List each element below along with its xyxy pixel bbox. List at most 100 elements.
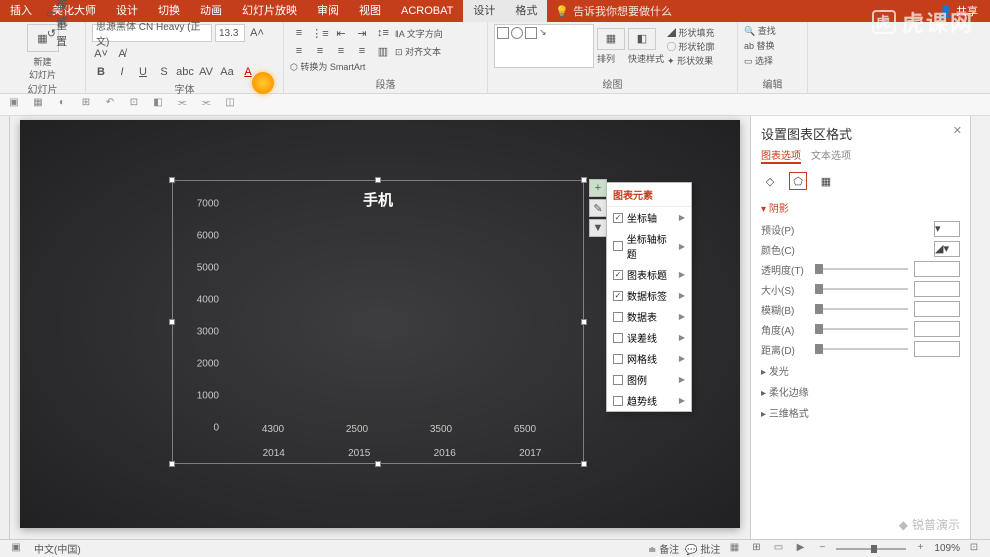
transparency-slider[interactable] — [815, 268, 908, 270]
resize-handle[interactable] — [169, 461, 175, 467]
angle-input[interactable] — [914, 321, 960, 337]
ribbon-tab[interactable]: ACROBAT — [391, 0, 463, 22]
strike-icon[interactable]: S — [155, 63, 173, 81]
fill-line-icon[interactable]: ◇ — [761, 172, 779, 190]
slide-canvas-area[interactable]: 手机 01000200030004000500060007000 4300250… — [10, 116, 750, 539]
checkbox-icon[interactable] — [613, 333, 623, 343]
flyout-item[interactable]: ✓图表标题▶ — [607, 264, 691, 285]
slide-thumbnail-panel[interactable] — [0, 116, 10, 539]
close-icon[interactable]: ✕ — [953, 124, 962, 137]
chart-elements-button[interactable]: + — [589, 179, 607, 197]
flyout-item[interactable]: ✓数据标签▶ — [607, 285, 691, 306]
resize-handle[interactable] — [581, 319, 587, 325]
resize-handle[interactable] — [169, 177, 175, 183]
line-spacing-icon[interactable]: ↕≡ — [374, 24, 392, 42]
ribbon-tab-context[interactable]: 格式 — [505, 0, 547, 22]
preset-picker[interactable]: ▾ — [934, 221, 960, 237]
chart-selection[interactable]: 手机 01000200030004000500060007000 4300250… — [172, 180, 584, 464]
reading-view-icon[interactable]: ▭ — [770, 542, 786, 556]
qat-icon[interactable]: ◐ — [54, 97, 70, 113]
arrange-button[interactable]: ▦ — [597, 28, 625, 50]
checkbox-icon[interactable] — [613, 241, 623, 251]
underline-icon[interactable]: U — [134, 63, 152, 81]
text-direction-button[interactable]: ‖A 文字方向 — [395, 27, 443, 40]
shape-effects-button[interactable]: ✦ 形状效果 — [667, 54, 715, 67]
qat-icon[interactable]: ⫘ — [174, 97, 190, 113]
qat-icon[interactable]: ⊡ — [126, 97, 142, 113]
numbering-icon[interactable]: ⋮≡ — [311, 24, 329, 42]
align-left-icon[interactable]: ≡ — [290, 42, 308, 60]
qat-icon[interactable]: ◧ — [150, 97, 166, 113]
flyout-item[interactable]: 坐标轴标题▶ — [607, 228, 691, 264]
find-button[interactable]: 🔍 查找 — [744, 24, 776, 37]
zoom-in-icon[interactable]: + — [912, 542, 928, 556]
flyout-item[interactable]: 数据表▶ — [607, 306, 691, 327]
bullets-icon[interactable]: ≡ — [290, 24, 308, 42]
increase-font-icon[interactable]: A˄ — [248, 24, 266, 42]
ribbon-tab[interactable]: 审阅 — [307, 0, 349, 22]
normal-view-icon[interactable]: ▦ — [726, 542, 742, 556]
resize-handle[interactable] — [375, 461, 381, 467]
resize-handle[interactable] — [375, 177, 381, 183]
blur-slider[interactable] — [815, 308, 908, 310]
qat-icon[interactable]: ↶ — [102, 97, 118, 113]
ribbon-tab[interactable]: 视图 — [349, 0, 391, 22]
effects-icon[interactable]: ⬠ — [789, 172, 807, 190]
transparency-input[interactable] — [914, 261, 960, 277]
tab-text-options[interactable]: 文本选项 — [811, 147, 851, 164]
reset-button[interactable]: ↺ 重置 — [48, 24, 66, 42]
blur-input[interactable] — [914, 301, 960, 317]
distance-slider[interactable] — [815, 348, 908, 350]
justify-icon[interactable]: ≡ — [353, 42, 371, 60]
color-picker[interactable]: ◢▾ — [934, 241, 960, 257]
shape-fill-button[interactable]: ◢ 形状填充 — [667, 26, 715, 39]
shadow-icon[interactable]: abc — [176, 63, 194, 81]
qat-icon[interactable]: ◫ — [222, 97, 238, 113]
flyout-item[interactable]: 图例▶ — [607, 369, 691, 390]
checkbox-icon[interactable]: ✓ — [613, 270, 623, 280]
size-props-icon[interactable]: ▦ — [817, 172, 835, 190]
clear-format-icon[interactable]: A̸ — [113, 45, 131, 63]
size-input[interactable] — [914, 281, 960, 297]
align-text-button[interactable]: ⊡ 对齐文本 — [395, 45, 441, 58]
quick-styles-button[interactable]: ◧ — [628, 28, 656, 50]
bold-icon[interactable]: B — [92, 63, 110, 81]
ribbon-tab[interactable]: 幻灯片放映 — [232, 0, 307, 22]
section-shadow[interactable]: ▾ 阴影 — [761, 200, 960, 215]
chart-plot-area[interactable]: 01000200030004000500060007000 4300250035… — [191, 215, 573, 439]
spacing-icon[interactable]: AV — [197, 63, 215, 81]
resize-handle[interactable] — [581, 461, 587, 467]
notes-button[interactable]: ≐ 备注 — [648, 541, 679, 556]
qat-icon[interactable]: ⫘ — [198, 97, 214, 113]
checkbox-icon[interactable]: ✓ — [613, 213, 623, 223]
slide[interactable]: 手机 01000200030004000500060007000 4300250… — [20, 120, 740, 528]
resize-handle[interactable] — [169, 319, 175, 325]
qat-icon[interactable]: ▦ — [30, 97, 46, 113]
checkbox-icon[interactable]: ✓ — [613, 291, 623, 301]
language-label[interactable]: 中文(中国) — [34, 541, 81, 556]
fit-view-icon[interactable]: ⊡ — [966, 542, 982, 556]
tab-chart-options[interactable]: 图表选项 — [761, 147, 801, 164]
font-name-select[interactable]: 思源黑体 CN Heavy (正文) — [92, 24, 212, 42]
zoom-out-icon[interactable]: − — [814, 542, 830, 556]
distance-input[interactable] — [914, 341, 960, 357]
smartart-button[interactable]: ⬡ 转换为 SmartArt — [290, 60, 365, 73]
align-center-icon[interactable]: ≡ — [311, 42, 329, 60]
flyout-item[interactable]: 趋势线▶ — [607, 390, 691, 411]
replace-button[interactable]: ab 替换 — [744, 39, 775, 52]
chart-title[interactable]: 手机 — [173, 181, 583, 218]
checkbox-icon[interactable] — [613, 375, 623, 385]
tell-me[interactable]: 💡 告诉我你想要做什么 — [555, 3, 672, 19]
resize-handle[interactable] — [581, 177, 587, 183]
columns-icon[interactable]: ▥ — [374, 42, 392, 60]
section-glow[interactable]: ▸ 发光 — [761, 363, 960, 378]
select-button[interactable]: ▭ 选择 — [744, 54, 773, 67]
checkbox-icon[interactable] — [613, 312, 623, 322]
chart-styles-button[interactable]: ✎ — [589, 199, 607, 217]
checkbox-icon[interactable] — [613, 396, 623, 406]
zoom-label[interactable]: 109% — [934, 543, 960, 554]
angle-slider[interactable] — [815, 328, 908, 330]
shape-outline-button[interactable]: ◯ 形状轮廓 — [667, 40, 715, 53]
sorter-view-icon[interactable]: ⊞ — [748, 542, 764, 556]
qat-icon[interactable]: ▣ — [6, 97, 22, 113]
